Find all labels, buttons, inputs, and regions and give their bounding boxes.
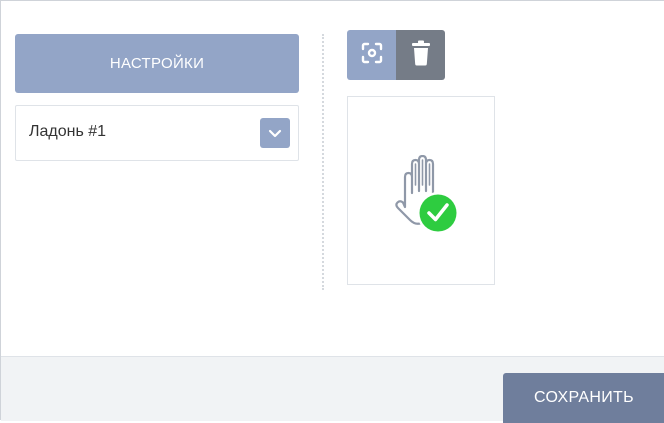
palm-select[interactable]: Ладонь #1 [15,105,299,161]
scan-button[interactable] [347,30,396,80]
trash-icon [411,40,431,71]
delete-button[interactable] [396,30,445,80]
palm-select-value: Ладонь #1 [29,123,107,140]
left-panel: Настройки Ладонь #1 [15,34,299,161]
palm-card[interactable] [347,96,495,285]
chevron-down-icon[interactable] [260,118,290,148]
check-circle-icon [419,194,457,232]
dialog-footer: СОХРАНИТЬ [1,356,664,423]
settings-button[interactable]: Настройки [15,34,299,93]
palm-hand-icon [392,154,464,240]
save-button[interactable]: СОХРАНИТЬ [503,373,664,423]
palm-toolbar [347,30,445,80]
scan-icon [360,41,384,70]
vertical-divider [322,34,324,290]
dialog-frame: Настройки Ладонь #1 [0,0,664,423]
